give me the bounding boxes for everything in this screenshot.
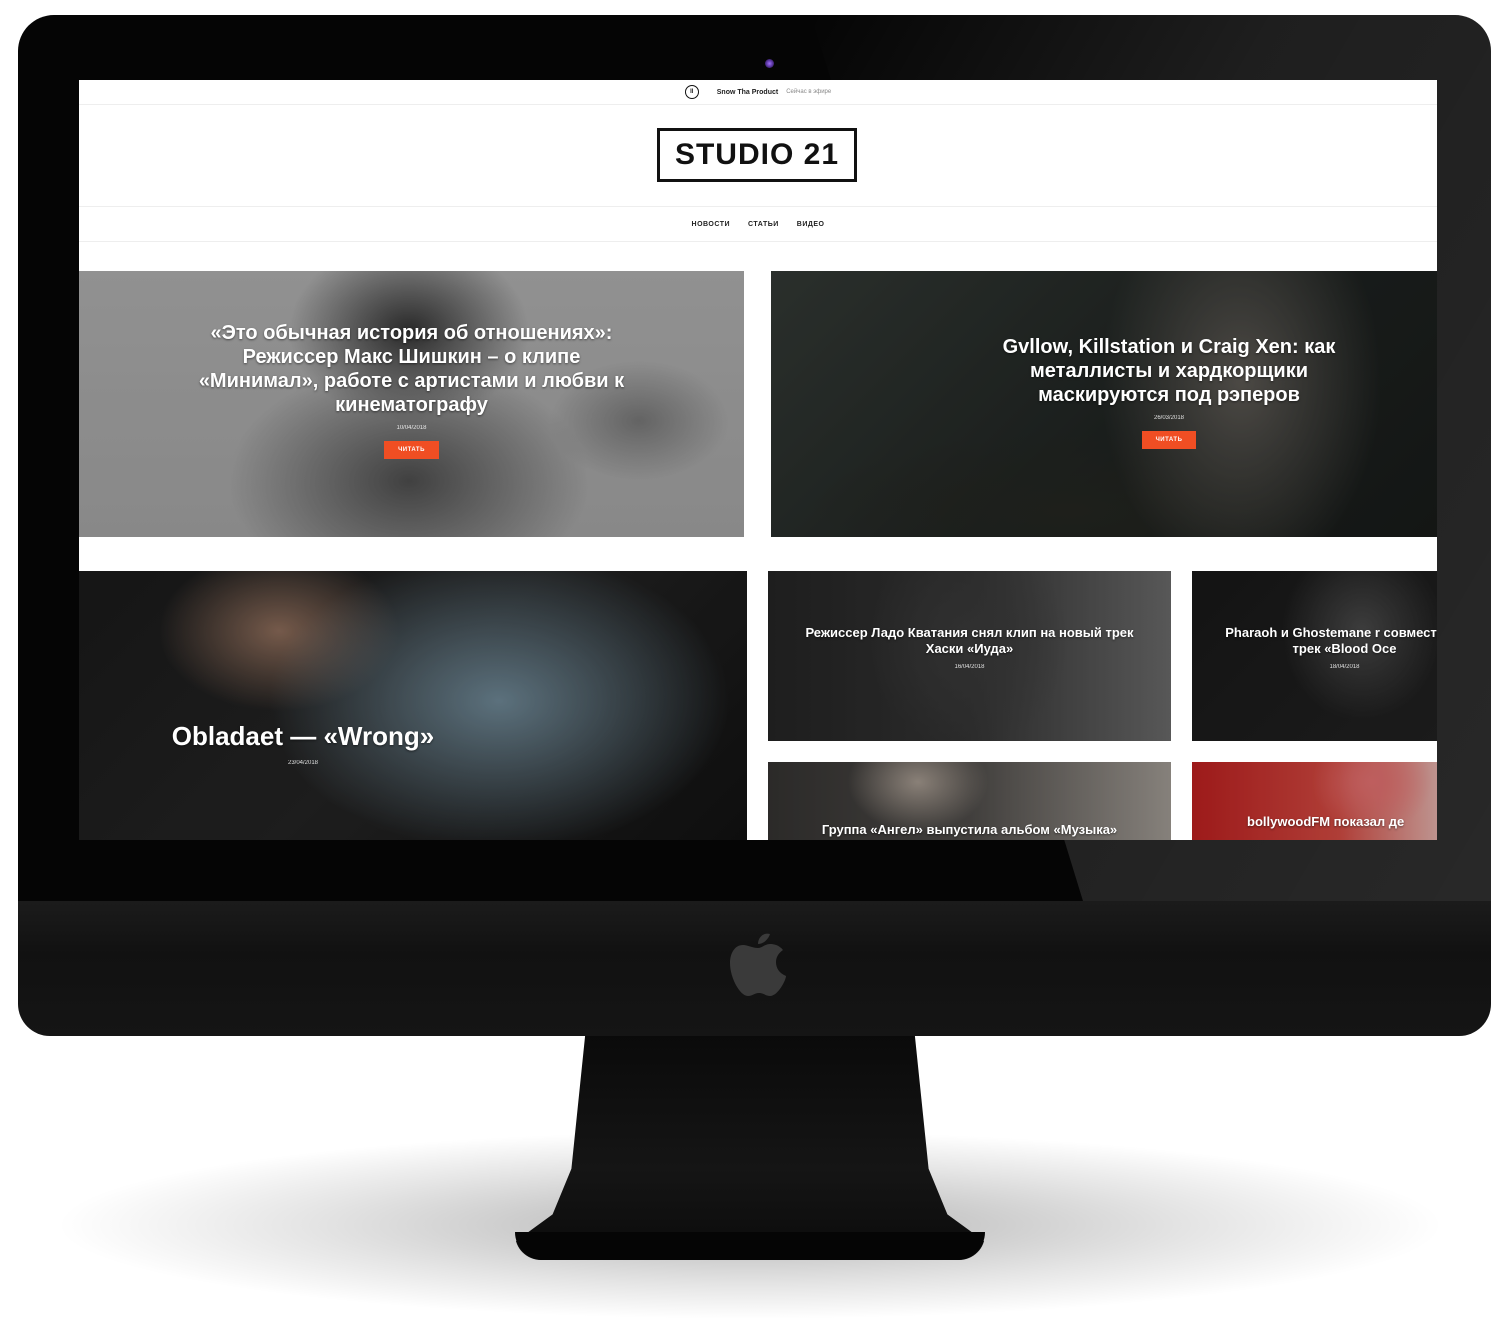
nav-item-news[interactable]: НОВОСТИ	[692, 221, 731, 228]
article-date: 18/04/2018	[1329, 664, 1360, 671]
article-card[interactable]: bollywoodFM показал де	[1192, 762, 1437, 840]
monitor-stand-base	[515, 1232, 985, 1260]
nav-item-articles[interactable]: СТАТЬИ	[748, 221, 779, 228]
article-title[interactable]: Obladaet — «Wrong»	[172, 721, 434, 752]
article-card[interactable]: Группа «Ангел» выпустила альбом «Музыка»	[768, 762, 1171, 840]
article-date: 16/04/2018	[954, 664, 985, 671]
article-title[interactable]: Gvllow, Killstation и Craig Xen: как мет…	[984, 335, 1354, 407]
article-date: 23/04/2018	[287, 760, 319, 767]
article-title[interactable]: bollywoodFM показал де	[1247, 814, 1404, 830]
article-card[interactable]: Obladaet — «Wrong» 23/04/2018	[79, 571, 747, 840]
article-title[interactable]: Режиссер Ладо Кватания снял клип на новы…	[788, 625, 1151, 656]
read-button[interactable]: ЧИТАТЬ	[384, 441, 439, 459]
read-button[interactable]: ЧИТАТЬ	[1141, 431, 1197, 449]
now-playing-artist[interactable]: Snow Tha Product	[717, 89, 778, 96]
featured-card[interactable]: «Это обычная история об отношениях»: Реж…	[79, 271, 744, 537]
article-title[interactable]: «Это обычная история об отношениях»: Реж…	[182, 321, 642, 417]
article-card[interactable]: Режиссер Ладо Кватания снял клип на новы…	[768, 571, 1171, 741]
monitor-chin	[18, 898, 1491, 1036]
site-logo[interactable]: STUDIO 21	[657, 128, 857, 182]
now-playing-status: Сейчас в эфире	[786, 89, 832, 95]
apple-logo-icon	[730, 933, 786, 996]
now-playing-bar: II Snow Tha Product Сейчас в эфире	[79, 80, 1437, 105]
article-title[interactable]: Группа «Ангел» выпустила альбом «Музыка»	[822, 822, 1117, 838]
article-card[interactable]: Pharaoh и Ghostemane r совместный трек «…	[1192, 571, 1437, 741]
featured-card[interactable]: Gvllow, Killstation и Craig Xen: как мет…	[771, 271, 1437, 537]
camera-icon	[765, 59, 774, 68]
monitor-stand	[515, 1032, 985, 1260]
main-nav: НОВОСТИ СТАТЬИ ВИДЕО	[79, 206, 1437, 242]
play-pause-icon[interactable]: II	[684, 85, 699, 99]
article-title[interactable]: Pharaoh и Ghostemane r совместный трек «…	[1215, 625, 1437, 656]
article-date: 26/03/2018	[1153, 415, 1185, 421]
article-date: 10/04/2018	[396, 425, 427, 431]
website-screen: II Snow Tha Product Сейчас в эфире STUDI…	[79, 80, 1437, 840]
nav-item-video[interactable]: ВИДЕО	[797, 221, 825, 228]
